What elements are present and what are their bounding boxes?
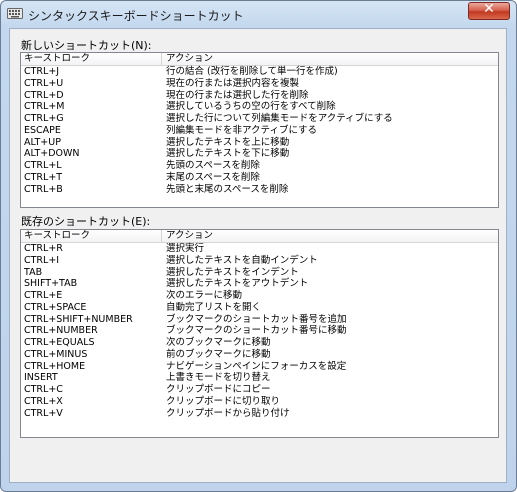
action-cell: 末尾のスペースを削除 — [166, 171, 260, 183]
table-row[interactable]: CTRL+L 先頭のスペースを削除 — [21, 160, 498, 172]
table-row[interactable]: CTRL+SHIFT+NUMBER ブックマークのショートカット番号を追加 — [21, 314, 498, 326]
action-cell: 行の結合 (改行を削除して単一行を作成) — [166, 66, 338, 77]
window-title: シンタックスキーボードショートカット — [28, 9, 244, 23]
table-row[interactable]: CTRL+M 選択しているうちの空の行をすべて削除 — [21, 101, 498, 113]
table-row[interactable]: CTRL+G 選択した行について列編集モードをアクティブにする — [21, 113, 498, 125]
action-cell: 現在の行または選択した行を削除 — [166, 89, 309, 101]
keystroke-cell: CTRL+SHIFT+NUMBER — [24, 313, 133, 325]
keystroke-cell: INSERT — [24, 372, 58, 384]
keystroke-cell: CTRL+J — [24, 66, 60, 77]
table-row[interactable]: CTRL+NUMBER ブックマークのショートカット番号に移動 — [21, 325, 498, 337]
keystroke-cell: CTRL+NUMBER — [24, 325, 98, 337]
table-row[interactable]: CTRL+C クリップボードにコピー — [21, 384, 498, 396]
table-row[interactable]: ALT+UP 選択したテキストを上に移動 — [21, 137, 498, 149]
table-row[interactable]: CTRL+U 現在の行または選択内容を複製 — [21, 78, 498, 90]
new-shortcuts-label: 新しいショートカット(N): — [21, 39, 152, 52]
close-icon: ✕ — [483, 1, 495, 17]
action-cell: 次のブックマークに移動 — [166, 337, 271, 348]
action-cell: 選択した行について列編集モードをアクティブにする — [166, 113, 393, 124]
keystroke-cell: CTRL+MINUS — [24, 348, 88, 360]
action-cell: 選択したテキストを下に移動 — [166, 148, 290, 160]
keystroke-cell: CTRL+EQUALS — [24, 337, 95, 348]
action-cell: 上書きモードを切り替え — [166, 372, 271, 384]
table-row[interactable]: CTRL+R 選択実行 — [21, 243, 498, 255]
table-header: キーストローク アクション — [21, 230, 498, 243]
column-header-keystroke[interactable]: キーストローク — [24, 53, 164, 65]
action-cell: ナビゲーションペインにフォーカスを設定 — [166, 360, 347, 372]
action-cell: クリップボードに切り取り — [166, 395, 281, 407]
dialog-body: 新しいショートカット(N): キーストローク アクション CTRL+J 行の結合 … — [9, 28, 507, 483]
action-cell: 現在の行または選択内容を複製 — [166, 77, 300, 89]
table-row[interactable]: ESCAPE 列編集モードを非アクティブにする — [21, 125, 498, 137]
title-bar[interactable]: シンタックスキーボードショートカット ✕ — [1, 1, 516, 27]
keystroke-cell: CTRL+HOME — [24, 360, 86, 372]
table-row[interactable]: CTRL+SPACE 自動完了リストを開く — [21, 302, 498, 314]
table-row[interactable]: CTRL+I 選択したテキストを自動インデント — [21, 255, 498, 267]
keystroke-cell: CTRL+I — [24, 254, 60, 266]
table-row[interactable]: CTRL+J 行の結合 (改行を削除して単一行を作成) — [21, 66, 498, 78]
keystroke-cell: CTRL+G — [24, 113, 64, 124]
keystroke-cell: CTRL+B — [24, 183, 63, 195]
keystroke-cell: SHIFT+TAB — [24, 278, 78, 290]
action-cell: 選択したテキストをアウトデント — [166, 278, 309, 290]
keystroke-cell: CTRL+E — [24, 290, 63, 301]
table-row[interactable]: CTRL+D 現在の行または選択した行を削除 — [21, 90, 498, 102]
existing-shortcuts-table[interactable]: キーストローク アクション CTRL+R 選択実行 CTRL+I 選択したテキストを自… — [20, 229, 499, 438]
action-cell: クリップボードにコピー — [166, 384, 271, 395]
table-row[interactable]: CTRL+HOME ナビゲーションペインにフォーカスを設定 — [21, 361, 498, 373]
keystroke-cell: CTRL+X — [24, 395, 63, 407]
action-cell: 選択実行 — [166, 243, 205, 254]
keystroke-cell: TAB — [24, 266, 43, 278]
action-cell: 先頭のスペースを削除 — [166, 160, 260, 171]
keystroke-cell: CTRL+L — [24, 160, 62, 171]
table-row[interactable]: CTRL+MINUS 前のブックマークに移動 — [21, 349, 498, 361]
table-row[interactable]: CTRL+V クリップボードから貼り付け — [21, 408, 498, 420]
keystroke-cell: ALT+UP — [24, 136, 61, 148]
keystroke-cell: ALT+DOWN — [24, 148, 80, 160]
action-cell: 選択したテキストを上に移動 — [166, 136, 290, 148]
column-header-action[interactable]: アクション — [164, 53, 213, 65]
keystroke-cell: CTRL+U — [24, 77, 64, 89]
action-cell: 選択したテキストを自動インデント — [166, 254, 318, 266]
table-row[interactable]: ALT+DOWN 選択したテキストを下に移動 — [21, 148, 498, 160]
action-cell: 選択しているうちの空の行をすべて削除 — [166, 101, 336, 113]
keystroke-cell: CTRL+SPACE — [24, 301, 87, 313]
new-shortcuts-table[interactable]: キーストローク アクション CTRL+J 行の結合 (改行を削除して単一行を作成)… — [20, 52, 499, 208]
keystroke-cell: CTRL+V — [24, 407, 63, 419]
action-cell: 選択したテキストをインデント — [166, 266, 299, 278]
shortcuts-dialog: シンタックスキーボードショートカット ✕ 新しいショートカット(N): キースト… — [0, 0, 517, 492]
keystroke-cell: CTRL+R — [24, 243, 63, 254]
action-cell: 先頭と末尾のスペースを削除 — [166, 183, 289, 195]
keyboard-icon — [7, 8, 23, 19]
existing-shortcuts-label: 既存のショートカット(E): — [21, 215, 151, 228]
table-row[interactable]: CTRL+E 次のエラーに移動 — [21, 290, 498, 302]
table-row[interactable]: CTRL+T 末尾のスペースを削除 — [21, 172, 498, 184]
keystroke-cell: CTRL+T — [24, 171, 63, 183]
action-cell: ブックマークのショートカット番号に移動 — [166, 325, 347, 337]
action-cell: 前のブックマークに移動 — [166, 348, 271, 360]
column-divider[interactable] — [161, 230, 162, 242]
keystroke-cell: ESCAPE — [24, 124, 61, 136]
table-row[interactable]: INSERT 上書きモードを切り替え — [21, 372, 498, 384]
column-divider[interactable] — [161, 53, 162, 65]
close-button[interactable]: ✕ — [468, 1, 510, 20]
table-row[interactable]: TAB 選択したテキストをインデント — [21, 267, 498, 279]
table-row[interactable]: CTRL+X クリップボードに切り取り — [21, 396, 498, 408]
keystroke-cell: CTRL+M — [24, 101, 65, 113]
keystroke-cell: CTRL+D — [24, 89, 64, 101]
action-cell: 次のエラーに移動 — [166, 290, 243, 301]
action-cell: 列編集モードを非アクティブにする — [166, 124, 318, 136]
action-cell: 自動完了リストを開く — [166, 301, 262, 313]
table-header: キーストローク アクション — [21, 53, 498, 66]
action-cell: クリップボードから貼り付け — [166, 407, 290, 419]
column-header-keystroke[interactable]: キーストローク — [24, 230, 164, 242]
table-row[interactable]: CTRL+EQUALS 次のブックマークに移動 — [21, 337, 498, 349]
keystroke-cell: CTRL+C — [24, 384, 63, 395]
table-row[interactable]: CTRL+B 先頭と末尾のスペースを削除 — [21, 184, 498, 196]
column-header-action[interactable]: アクション — [164, 230, 213, 242]
action-cell: ブックマークのショートカット番号を追加 — [166, 313, 347, 325]
table-row[interactable]: SHIFT+TAB 選択したテキストをアウトデント — [21, 278, 498, 290]
